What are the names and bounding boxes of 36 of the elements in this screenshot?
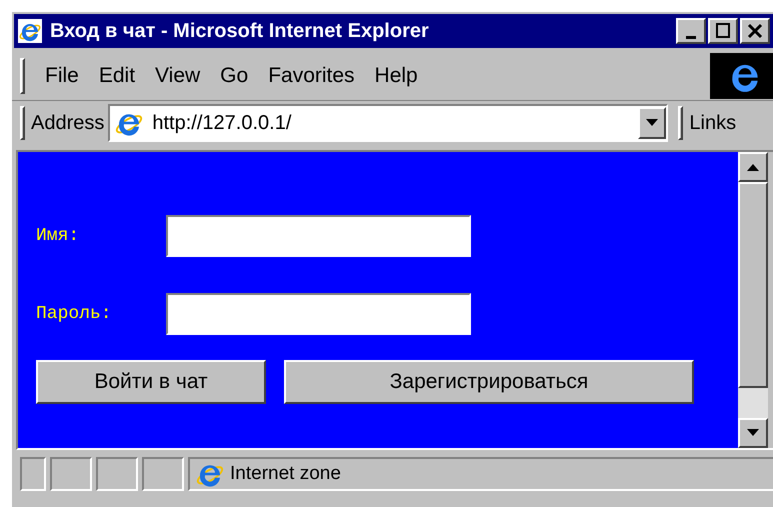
- scrollbar[interactable]: [738, 152, 768, 448]
- field-label: Имя:: [36, 224, 80, 248]
- close-button[interactable]: [740, 18, 770, 44]
- menu-item[interactable]: Help: [374, 60, 418, 92]
- maximize-icon: [714, 22, 732, 40]
- login-button[interactable]: Войти в чат: [36, 360, 266, 404]
- window-title: Вход в чат - Microsoft Internet Explorer: [50, 19, 429, 44]
- status-panel: [96, 457, 138, 491]
- status-panel: [20, 457, 46, 491]
- caret-icon: [646, 118, 658, 126]
- menu-item[interactable]: Go: [220, 60, 248, 92]
- address-label: Address: [31, 110, 104, 136]
- menu-item[interactable]: File: [45, 60, 79, 92]
- dropdown-button[interactable]: [638, 106, 666, 138]
- scroll-up-button[interactable]: [738, 152, 768, 182]
- address-field[interactable]: http://127.0.0.1/: [108, 104, 668, 142]
- status-panel: [50, 457, 92, 491]
- menu-item[interactable]: Favorites: [268, 60, 355, 92]
- down-arrow-icon: [747, 429, 759, 437]
- menu-item[interactable]: Edit: [98, 60, 136, 92]
- status-panel: [142, 457, 184, 491]
- links-button[interactable]: Links: [689, 108, 736, 138]
- browser-icon: [18, 19, 42, 43]
- name-field[interactable]: [166, 215, 471, 257]
- maximize-button[interactable]: [708, 18, 738, 44]
- minimize-button[interactable]: [676, 18, 706, 44]
- register-button[interactable]: Зарегистрироваться: [284, 360, 694, 404]
- field-label: Пароль:: [36, 302, 113, 326]
- menu-item[interactable]: View: [155, 60, 200, 92]
- close-icon: [746, 22, 764, 40]
- minimize-icon: [686, 36, 696, 38]
- scroll-down-button[interactable]: [738, 418, 768, 448]
- scroll-thumb[interactable]: [738, 182, 768, 388]
- up-arrow-icon: [747, 163, 759, 171]
- password-field[interactable]: [166, 293, 471, 335]
- zone-text: Internet zone: [230, 462, 341, 486]
